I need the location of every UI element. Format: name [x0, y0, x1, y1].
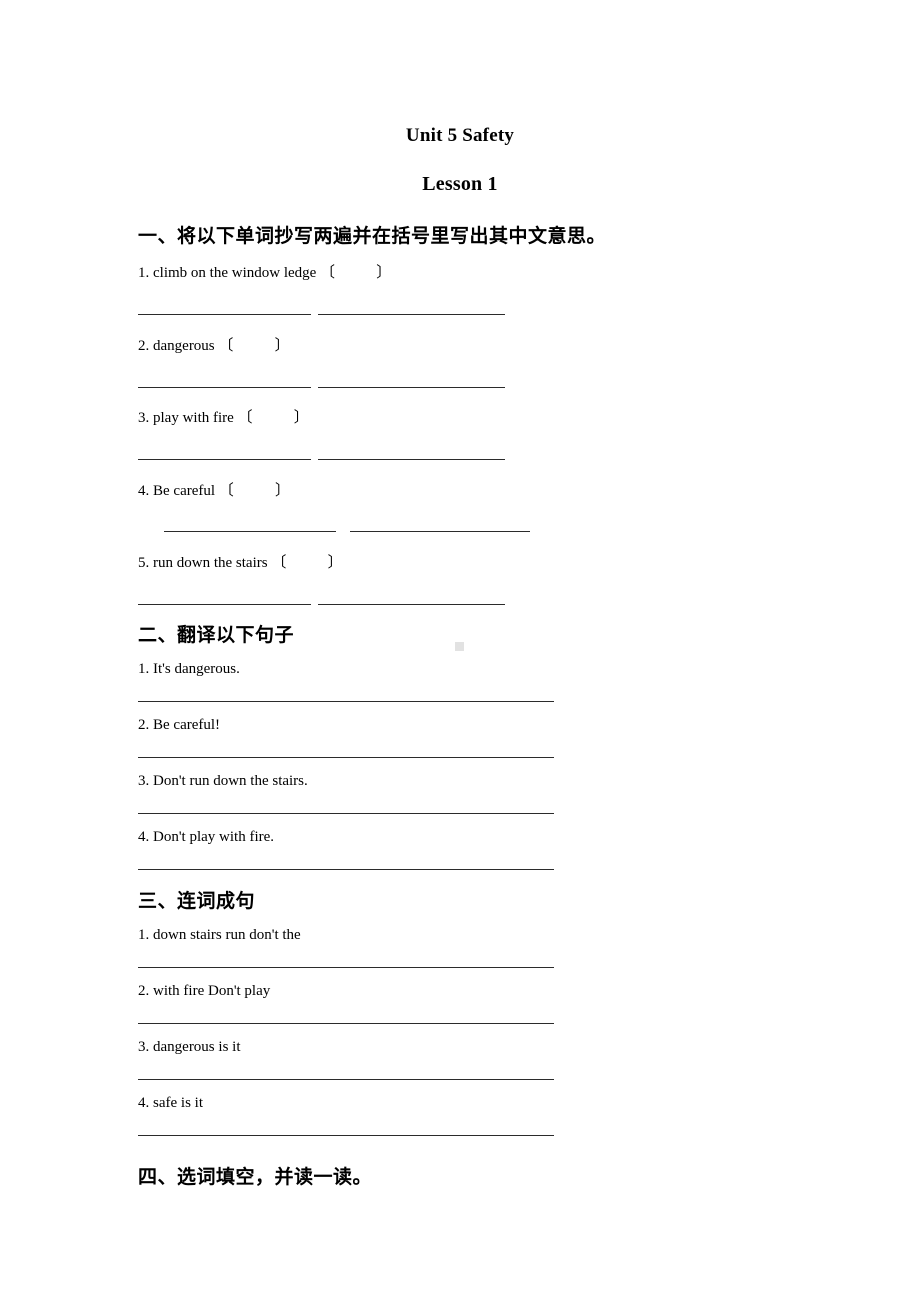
answer-blank[interactable]	[138, 967, 554, 968]
answer-blank[interactable]	[318, 387, 505, 388]
exercise3-item-4: 4. safe is it	[138, 1095, 203, 1111]
exercise1-item-1: 1. climb on the window ledge 〔 〕	[138, 265, 392, 281]
exercise1-item-3: 3. play with fire 〔 〕	[138, 410, 309, 426]
answer-blank[interactable]	[138, 1135, 554, 1136]
lesson-subtitle: Lesson 1	[422, 173, 498, 195]
worksheet-page: Unit 5 Safety Lesson 1 一、将以下单词抄写两遍并在括号里写…	[0, 0, 920, 1302]
exercise2-item-1: 1. It's dangerous.	[138, 661, 240, 677]
answer-blank[interactable]	[138, 1023, 554, 1024]
answer-blank[interactable]	[138, 701, 554, 702]
answer-blank[interactable]	[318, 604, 505, 605]
answer-blank[interactable]	[350, 531, 530, 532]
answer-blank[interactable]	[318, 459, 505, 460]
section-heading-1: 一、将以下单词抄写两遍并在括号里写出其中文意思。	[138, 225, 607, 247]
page-title: Unit 5 Safety	[405, 125, 515, 146]
exercise1-item-4: 4. Be careful 〔 〕	[138, 483, 291, 499]
answer-blank[interactable]	[138, 869, 554, 870]
answer-blank[interactable]	[164, 531, 336, 532]
answer-blank[interactable]	[138, 387, 311, 388]
answer-blank[interactable]	[318, 314, 505, 315]
exercise3-item-3: 3. dangerous is it	[138, 1039, 241, 1055]
section-heading-3: 三、连词成句	[138, 890, 256, 912]
exercise1-item-5: 5. run down the stairs 〔 〕	[138, 555, 343, 571]
answer-blank[interactable]	[138, 757, 554, 758]
exercise3-item-2: 2. with fire Don't play	[138, 983, 271, 999]
section-heading-4: 四、选词填空，并读一读。	[138, 1166, 373, 1188]
answer-blank[interactable]	[138, 459, 311, 460]
page-artifact-speck	[455, 642, 464, 651]
answer-blank[interactable]	[138, 813, 554, 814]
exercise3-item-1: 1. down stairs run don't the	[138, 927, 301, 943]
exercise2-item-3: 3. Don't run down the stairs.	[138, 773, 308, 789]
answer-blank[interactable]	[138, 604, 311, 605]
section-heading-2: 二、翻译以下句子	[138, 624, 295, 646]
answer-blank[interactable]	[138, 1079, 554, 1080]
answer-blank[interactable]	[138, 314, 311, 315]
exercise2-item-4: 4. Don't play with fire.	[138, 829, 275, 845]
exercise2-item-2: 2. Be careful!	[138, 717, 221, 733]
exercise1-item-2: 2. dangerous 〔 〕	[138, 338, 290, 354]
